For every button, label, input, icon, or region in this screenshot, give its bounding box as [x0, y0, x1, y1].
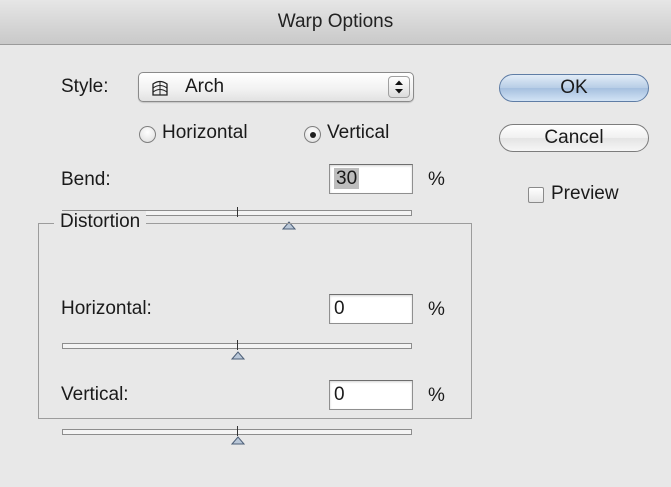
bend-slider-center-tick — [237, 207, 238, 217]
select-stepper-icon — [388, 76, 410, 98]
distortion-vertical-unit: % — [428, 385, 445, 406]
distortion-vertical-label: Vertical: — [61, 384, 129, 405]
distortion-horizontal-input[interactable]: 0 — [329, 294, 413, 324]
distortion-horizontal-label: Horizontal: — [61, 298, 152, 319]
distortion-vertical-slider-thumb-icon[interactable] — [231, 436, 245, 445]
horizontal-radio-label[interactable]: Horizontal — [162, 122, 248, 144]
bend-unit: % — [428, 169, 445, 190]
distortion-horizontal-unit: % — [428, 299, 445, 320]
arch-warp-icon — [152, 80, 168, 96]
vertical-radio-label[interactable]: Vertical — [327, 122, 389, 144]
distortion-horizontal-slider-center-tick — [237, 340, 238, 350]
window-title: Warp Options — [277, 11, 394, 32]
distortion-vertical-value: 0 — [334, 384, 345, 405]
ok-button[interactable]: OK — [499, 74, 649, 102]
preview-checkbox-label[interactable]: Preview — [551, 183, 619, 205]
distortion-group-title: Distortion — [54, 211, 147, 233]
window-title-bar[interactable]: Warp Options — [0, 0, 671, 45]
style-select-value: Arch — [185, 76, 225, 97]
style-label: Style: — [61, 76, 109, 97]
distortion-horizontal-value: 0 — [334, 298, 345, 319]
distortion-vertical-input[interactable]: 0 — [329, 380, 413, 410]
bend-label: Bend: — [61, 169, 111, 190]
horizontal-radio[interactable] — [139, 126, 156, 143]
vertical-radio[interactable] — [304, 126, 321, 143]
bend-value: 30 — [334, 168, 360, 189]
distortion-vertical-slider-center-tick — [237, 426, 238, 436]
style-select[interactable]: Arch — [138, 72, 414, 102]
bend-input[interactable]: 30 — [329, 164, 413, 194]
preview-checkbox[interactable] — [528, 187, 544, 203]
distortion-horizontal-slider-thumb-icon[interactable] — [231, 351, 245, 360]
cancel-button[interactable]: Cancel — [499, 124, 649, 152]
